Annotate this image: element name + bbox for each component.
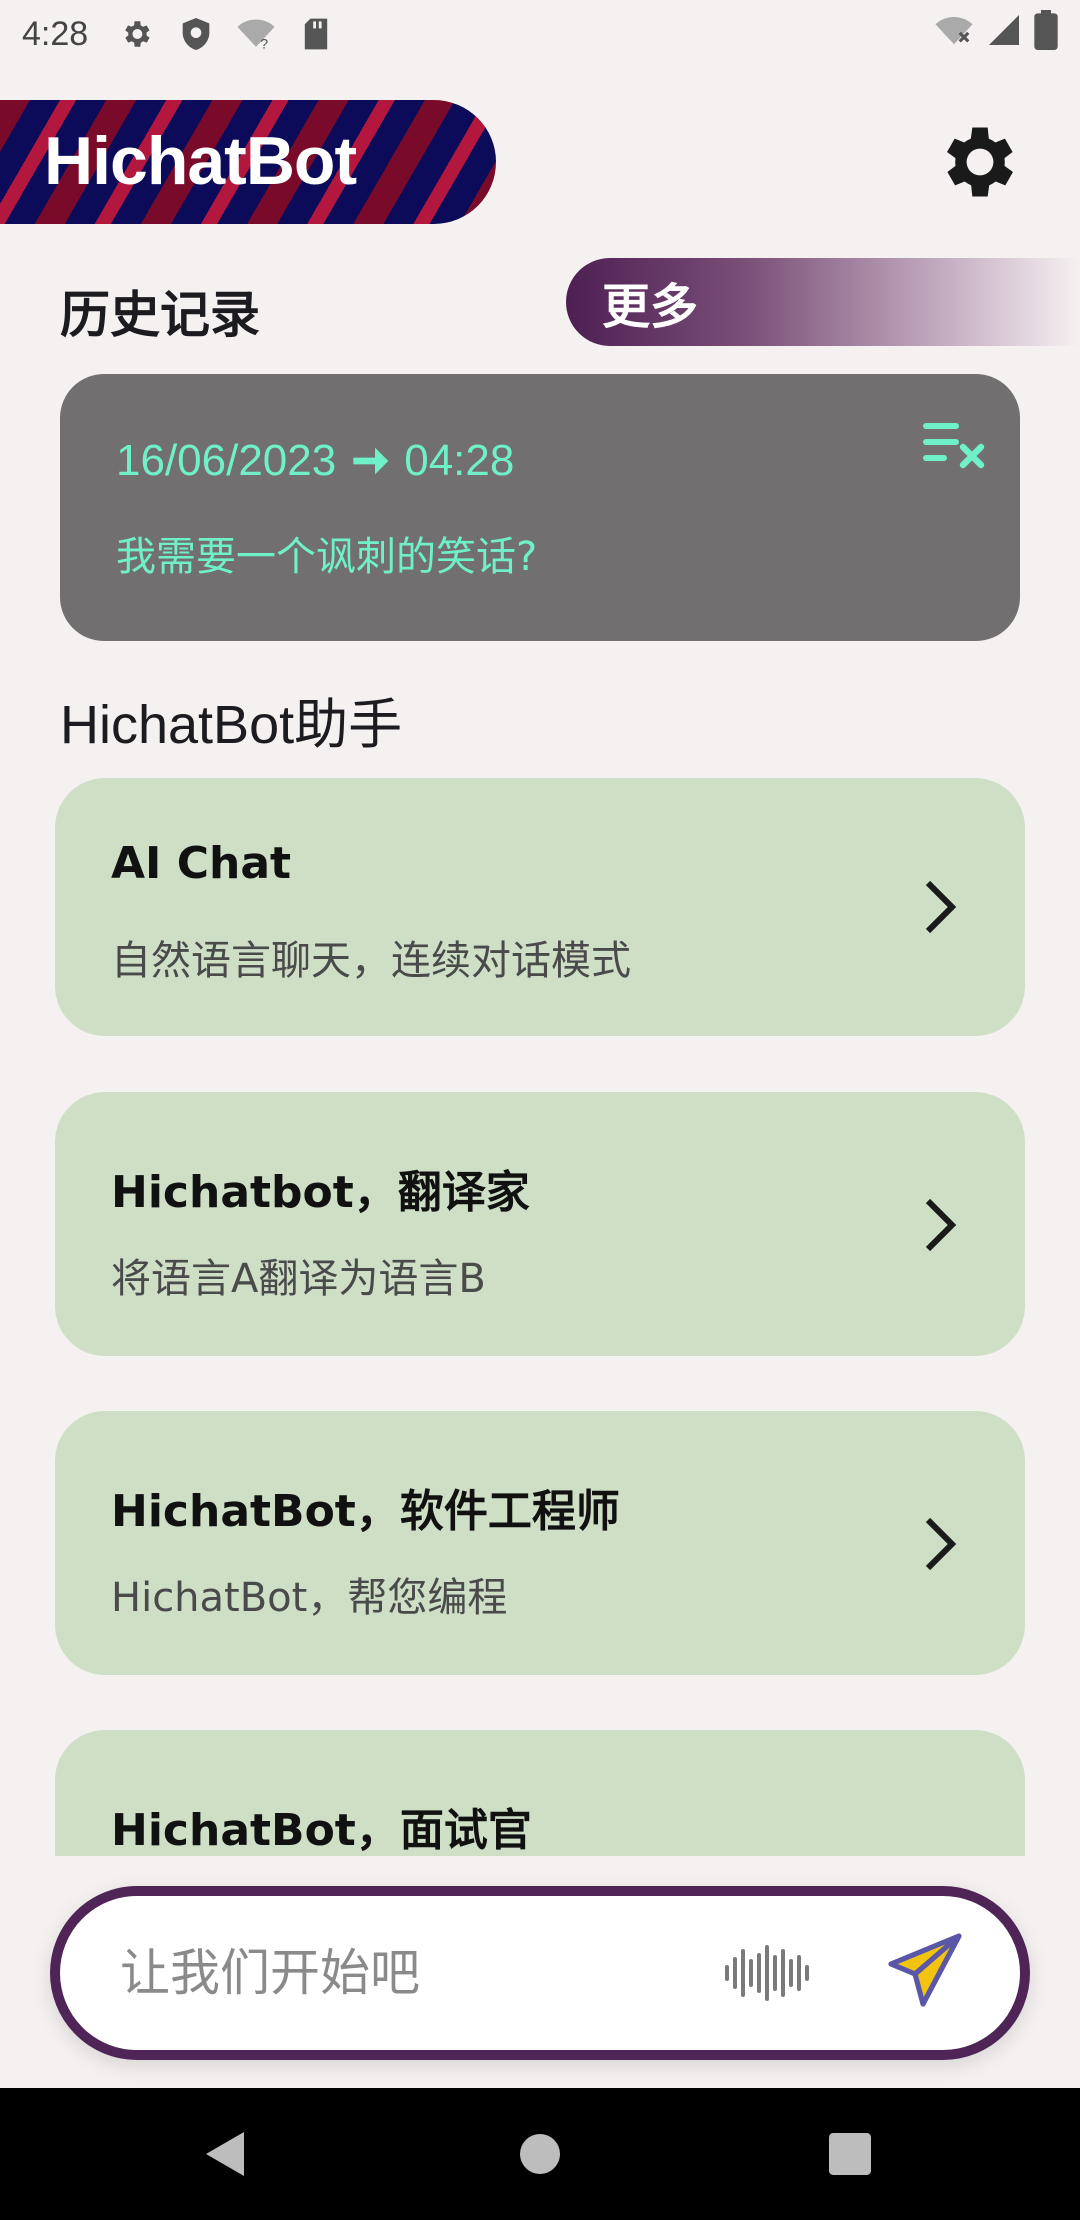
wifi-unknown-icon: ? [236, 14, 276, 54]
history-title: 历史记录 [60, 286, 260, 344]
chevron-right-icon [915, 1190, 965, 1260]
recents-button[interactable] [820, 2124, 880, 2184]
gear-icon [947, 127, 1013, 197]
svg-text:?: ? [260, 36, 268, 51]
message-input-bar [50, 1886, 1030, 2060]
assistant-description: HichatBot，帮您编程 [111, 1575, 508, 1621]
chevron-right-icon [915, 1509, 965, 1579]
assistants-title: HichatBot助手 [60, 695, 403, 755]
assistant-name: HichatBot，软件工程师 [111, 1486, 620, 1537]
history-time: 04:28 [404, 436, 515, 485]
assistant-description: 自然语言聊天，连续对话模式 [111, 938, 631, 984]
voice-input-button[interactable] [720, 1932, 816, 2014]
recents-square-icon [829, 2133, 871, 2175]
audio-wave-icon [725, 1945, 809, 2001]
assistant-description: 将语言A翻译为语言B [111, 1256, 486, 1302]
send-button[interactable] [880, 1922, 970, 2022]
status-right-icons [934, 10, 1058, 55]
wifi-off-icon [934, 10, 974, 55]
back-button[interactable] [196, 2124, 256, 2184]
history-item[interactable]: 16/06/2023 04:28 我需要一个讽刺的笑话? [60, 374, 1020, 641]
assistant-name: HichatBot，面试官 [111, 1805, 532, 1856]
status-bar: 4:28 ? [0, 0, 1080, 68]
shield-icon [176, 14, 216, 54]
assistant-name: Hichatbot，翻译家 [111, 1167, 530, 1218]
back-triangle-icon [206, 2132, 244, 2176]
history-date: 16/06/2023 [116, 436, 337, 485]
settings-status-icon [116, 14, 156, 54]
message-input[interactable] [120, 1936, 680, 2010]
home-button[interactable] [510, 2124, 570, 2184]
assistant-card-engineer[interactable]: HichatBot，软件工程师 HichatBot，帮您编程 [55, 1411, 1025, 1675]
history-datetime: 16/06/2023 04:28 [116, 436, 514, 486]
chevron-right-icon [915, 872, 965, 942]
home-circle-icon [520, 2134, 560, 2174]
battery-icon [1034, 10, 1058, 55]
assistant-list[interactable]: AI Chat 自然语言聊天，连续对话模式 Hichatbot，翻译家 将语言A… [0, 770, 1080, 1856]
assistant-card-interviewer[interactable]: HichatBot，面试官 [55, 1730, 1025, 1856]
history-message: 我需要一个讽刺的笑话? [116, 534, 538, 580]
arrow-right-icon [350, 444, 390, 478]
clear-list-icon [923, 423, 985, 469]
more-button[interactable]: 更多 [566, 258, 1080, 346]
status-time: 4:28 [22, 14, 89, 53]
system-nav-bar [0, 2088, 1080, 2220]
sd-card-icon [296, 14, 336, 54]
settings-button[interactable] [930, 112, 1030, 212]
more-label: 更多 [602, 279, 699, 335]
assistant-card-translator[interactable]: Hichatbot，翻译家 将语言A翻译为语言B [55, 1092, 1025, 1356]
send-icon [888, 1933, 962, 2007]
assistant-card-ai-chat[interactable]: AI Chat 自然语言聊天，连续对话模式 [55, 778, 1025, 1036]
signal-icon [986, 10, 1022, 55]
app-logo: HichatBot [0, 100, 496, 224]
app-title: HichatBot [44, 123, 357, 199]
assistant-name: AI Chat [111, 838, 292, 889]
clear-history-button[interactable] [920, 412, 990, 482]
